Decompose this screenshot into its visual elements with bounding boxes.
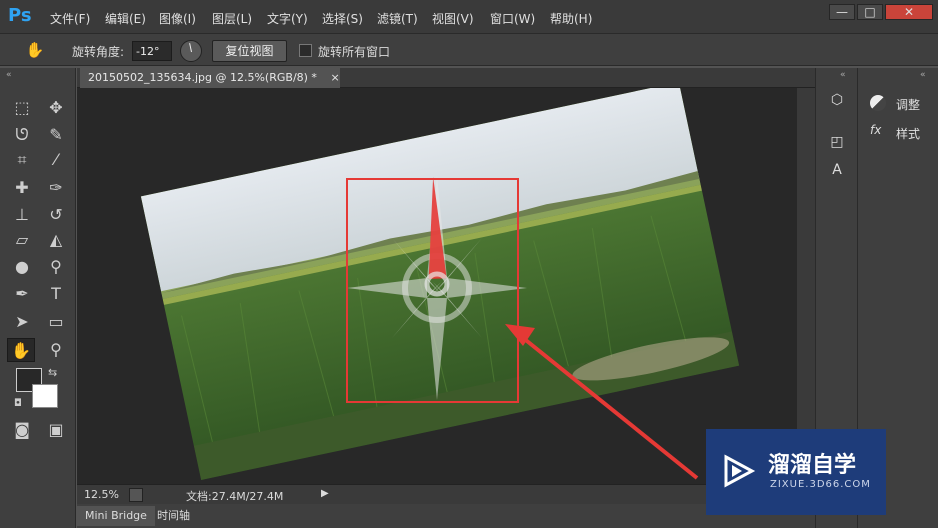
move-icon[interactable]: ✥	[42, 96, 70, 120]
adjustments-icon[interactable]	[870, 95, 886, 111]
menu-filter[interactable]: 滤镜(T)	[377, 10, 418, 27]
photo-image	[140, 88, 740, 481]
status-menu-icon[interactable]	[129, 488, 143, 502]
options-bar: ✋ 旋转角度: 复位视图 旋转所有窗口	[0, 34, 938, 66]
layer-comp-icon[interactable]: ◰	[826, 134, 848, 156]
stamp-icon[interactable]: ⊥	[8, 203, 36, 227]
rotate-view-tool-icon[interactable]: ✋	[24, 41, 46, 61]
rotate-view-icon[interactable]: ✋	[7, 338, 35, 362]
canvas-area[interactable]	[77, 88, 797, 484]
menu-file[interactable]: 文件(F)	[50, 10, 90, 27]
dodge-icon[interactable]: ⚲	[42, 255, 70, 279]
watermark-url: ZIXUE.3D66.COM	[770, 479, 871, 490]
tab-timeline[interactable]: 时间轴	[149, 506, 198, 526]
panel-adjustments[interactable]: 调整	[896, 96, 920, 113]
3d-icon[interactable]: ⬡	[826, 92, 848, 114]
brush-icon[interactable]: ✑	[42, 176, 70, 200]
rect-marquee-icon[interactable]: ⬚	[8, 96, 36, 120]
canvas-svg	[140, 88, 740, 481]
watermark-title: 溜溜自学	[768, 453, 857, 478]
shape-icon[interactable]: ▭	[42, 310, 70, 334]
bucket-icon[interactable]: ◭	[42, 228, 70, 252]
play-logo-icon	[724, 454, 756, 488]
crop-icon[interactable]: ⌗	[8, 148, 36, 172]
document-tab[interactable]: 20150502_135634.jpg @ 12.5%(RGB/8) * ×	[80, 68, 340, 88]
minimize-button[interactable]: —	[829, 4, 855, 20]
menu-edit[interactable]: 编辑(E)	[105, 10, 146, 27]
eraser-icon[interactable]: ▱	[8, 228, 36, 252]
swap-colors-icon[interactable]: ⇆	[48, 366, 57, 379]
status-arrow-icon[interactable]: ▶	[321, 488, 329, 499]
pen-icon[interactable]: ✒	[8, 282, 36, 306]
collapse-icon[interactable]: «	[6, 70, 12, 80]
photoshop-logo: Ps	[8, 5, 32, 26]
doc-size: 文档:27.4M/27.4M	[186, 490, 284, 503]
maximize-button[interactable]: □	[857, 4, 883, 20]
collapse-icon[interactable]: «	[840, 70, 846, 80]
close-button[interactable]: ✕	[885, 4, 933, 20]
tab-mini-bridge[interactable]: Mini Bridge	[77, 506, 155, 526]
background-color-swatch[interactable]	[32, 384, 58, 408]
rotate-dial[interactable]	[180, 40, 202, 62]
menu-select[interactable]: 选择(S)	[322, 10, 363, 27]
menu-bar: Ps 文件(F) 编辑(E) 图像(I) 图层(L) 文字(Y) 选择(S) 滤…	[0, 0, 938, 34]
healing-icon[interactable]: ✚	[8, 176, 36, 200]
tab-close-icon[interactable]: ×	[330, 71, 339, 84]
collapse-icon[interactable]: «	[920, 70, 926, 80]
rotate-all-windows-label: 旋转所有窗口	[318, 45, 391, 59]
type-icon[interactable]: T	[42, 282, 70, 306]
path-select-icon[interactable]: ➤	[8, 310, 36, 334]
zoom-level[interactable]: 12.5%	[84, 488, 119, 501]
menu-help[interactable]: 帮助(H)	[550, 10, 592, 27]
quick-mask-icon[interactable]: ◙	[8, 418, 36, 442]
reset-view-button[interactable]: 复位视图	[212, 40, 287, 62]
menu-type[interactable]: 文字(Y)	[267, 10, 308, 27]
document-tab-bar: 20150502_135634.jpg @ 12.5%(RGB/8) * ×	[77, 68, 815, 88]
styles-icon[interactable]: fx	[870, 123, 881, 137]
rotate-angle-input[interactable]	[132, 41, 172, 61]
default-colors-icon[interactable]: ◘	[14, 398, 22, 409]
menu-layer[interactable]: 图层(L)	[212, 10, 252, 27]
document-tab-title: 20150502_135634.jpg @ 12.5%(RGB/8) *	[88, 71, 317, 84]
bottom-tab-bar: Mini Bridge 时间轴	[77, 504, 815, 528]
menu-view[interactable]: 视图(V)	[432, 10, 474, 27]
menu-image[interactable]: 图像(I)	[159, 10, 196, 27]
status-bar: 12.5% 文档:27.4M/27.4M ▶	[77, 484, 815, 504]
panel-styles[interactable]: 样式	[896, 125, 920, 142]
watermark: 溜溜自学 ZIXUE.3D66.COM	[706, 429, 886, 515]
zoom-icon[interactable]: ⚲	[42, 338, 70, 362]
eyedropper-icon[interactable]: ⁄	[42, 148, 70, 172]
screen-mode-icon[interactable]: ▣	[42, 418, 70, 442]
menu-window[interactable]: 窗口(W)	[490, 10, 535, 27]
character-icon[interactable]: A	[826, 162, 848, 184]
tool-panel: « ⬚ ✥ ᘎ ✎ ⌗ ⁄ ✚ ✑ ⊥ ↺ ▱ ◭ ● ⚲ ✒ T ➤ ▭ ✋ …	[0, 68, 76, 528]
quick-select-icon[interactable]: ✎	[42, 123, 70, 147]
vertical-scrollbar[interactable]	[797, 88, 815, 484]
history-brush-icon[interactable]: ↺	[42, 203, 70, 227]
lasso-icon[interactable]: ᘎ	[8, 123, 36, 147]
rotate-all-windows-checkbox[interactable]	[299, 44, 312, 57]
blur-icon[interactable]: ●	[8, 255, 36, 279]
rotate-angle-label: 旋转角度:	[72, 45, 125, 59]
